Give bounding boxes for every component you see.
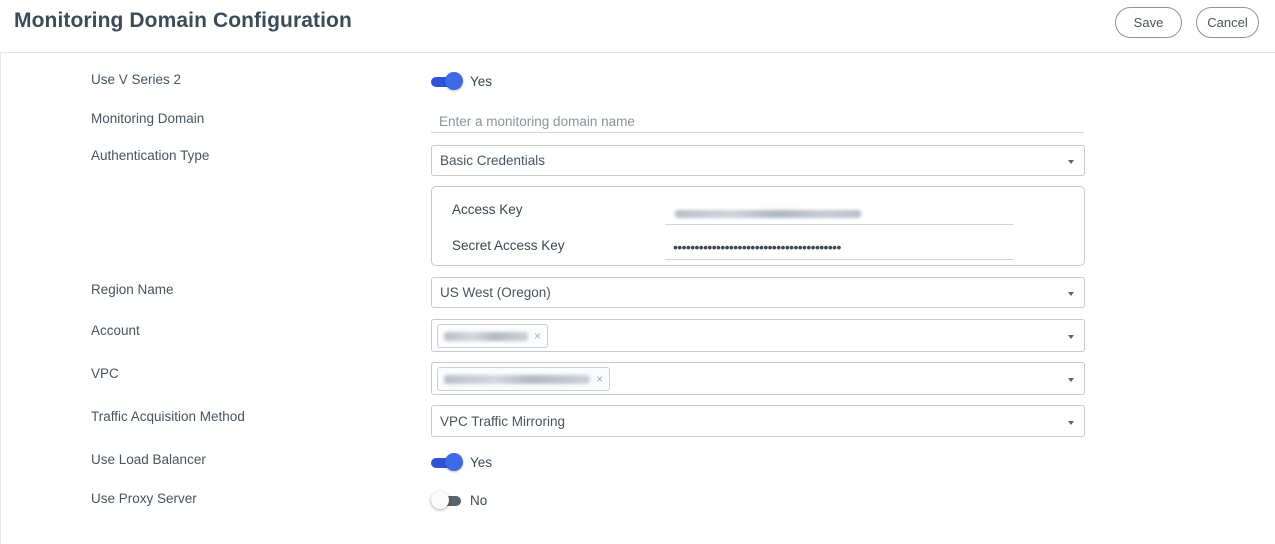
close-icon[interactable]: ×	[596, 373, 603, 385]
use-proxy-server-toggle[interactable]	[431, 491, 463, 509]
vpc-select[interactable]: ×	[431, 362, 1085, 395]
authentication-type-select[interactable]: Basic Credentials	[431, 145, 1085, 176]
page-left-border	[0, 53, 1, 544]
chevron-down-icon	[1068, 335, 1074, 339]
secret-access-key-label: Secret Access Key	[452, 238, 565, 253]
save-button[interactable]: Save	[1115, 7, 1182, 38]
cancel-button[interactable]: Cancel	[1196, 7, 1259, 38]
monitoring-domain-input[interactable]	[431, 110, 1084, 133]
authentication-type-value: Basic Credentials	[440, 153, 546, 168]
use-proxy-server-value: No	[470, 493, 488, 508]
toggle-knob	[431, 491, 449, 509]
account-select[interactable]: ×	[431, 319, 1085, 352]
use-load-balancer-toggle[interactable]	[431, 453, 463, 471]
secret-access-key-mask: •••••••••••••••••••••••••••••••••••••••	[673, 239, 841, 255]
account-chip[interactable]: ×	[437, 324, 549, 348]
chevron-down-icon	[1068, 378, 1074, 382]
traffic-acquisition-method-select[interactable]: VPC Traffic Mirroring	[431, 405, 1085, 437]
region-name-select[interactable]: US West (Oregon)	[431, 277, 1085, 308]
vpc-chip-redacted-value	[444, 374, 590, 384]
access-key-label: Access Key	[452, 202, 523, 217]
chevron-down-icon	[1068, 160, 1074, 164]
traffic-acquisition-method-label: Traffic Acquisition Method	[91, 409, 245, 424]
traffic-acquisition-method-value: VPC Traffic Mirroring	[440, 414, 566, 429]
monitoring-domain-label: Monitoring Domain	[91, 111, 205, 126]
credentials-panel: Access Key Secret Access Key •••••••••••…	[431, 186, 1085, 266]
region-name-value: US West (Oregon)	[440, 285, 551, 300]
toggle-knob	[445, 453, 463, 471]
region-name-label: Region Name	[91, 282, 174, 297]
page-header: Monitoring Domain Configuration Save Can…	[0, 0, 1275, 53]
use-load-balancer-label: Use Load Balancer	[91, 452, 206, 467]
account-chip-redacted-value	[444, 331, 528, 341]
close-icon[interactable]: ×	[534, 330, 541, 342]
secret-access-key-input[interactable]: •••••••••••••••••••••••••••••••••••••••	[665, 236, 1014, 260]
vpc-label: VPC	[91, 366, 119, 381]
use-v-series-2-toggle[interactable]	[431, 72, 463, 90]
page-title: Monitoring Domain Configuration	[14, 9, 352, 32]
account-label: Account	[91, 323, 140, 338]
authentication-type-label: Authentication Type	[91, 148, 210, 163]
use-load-balancer-value: Yes	[470, 455, 493, 470]
use-proxy-server-label: Use Proxy Server	[91, 491, 197, 506]
access-key-redacted-value	[675, 210, 861, 218]
chevron-down-icon	[1068, 421, 1074, 425]
access-key-input[interactable]	[665, 201, 1014, 225]
chevron-down-icon	[1068, 292, 1074, 296]
use-v-series-2-label: Use V Series 2	[91, 72, 182, 87]
toggle-knob	[445, 72, 463, 90]
use-v-series-2-value: Yes	[470, 74, 493, 89]
vpc-chip[interactable]: ×	[437, 367, 611, 391]
